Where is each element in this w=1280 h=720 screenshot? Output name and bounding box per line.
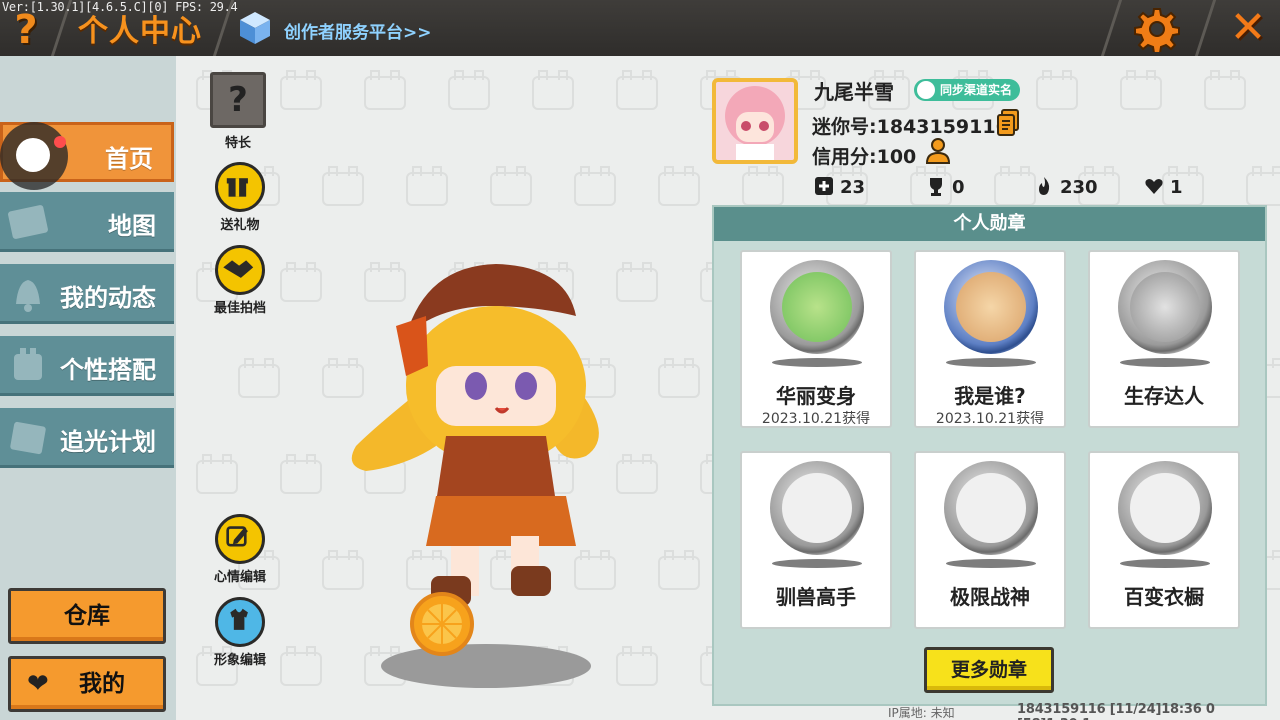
send-gift-label: 送礼物 [220, 218, 260, 233]
badge-name: 百变衣橱 [1124, 585, 1204, 609]
stat-trophies: 0 [926, 176, 965, 198]
copy-icon[interactable] [996, 109, 1020, 137]
stat-hearts: 1 [1144, 176, 1183, 198]
top-bar: ? Ver:[1.30.1][4.6.5.C][0] FPS: 29.4 个人中… [0, 0, 1280, 56]
nav-item-outfit[interactable]: 个性搭配 [0, 336, 174, 396]
question-icon: ? [210, 72, 266, 128]
outfit-icon [14, 348, 42, 380]
creator-platform-link[interactable]: 创作者服务平台>> [284, 18, 432, 43]
image-edit-button[interactable]: 形象编辑 [200, 597, 280, 668]
footer-info: 1843159116 [11/24]18:36 0 [58]1.30.1 [1017, 702, 1215, 720]
badge-name: 生存达人 [1124, 384, 1204, 408]
nav-item-label: 我的动态 [60, 284, 156, 312]
close-button[interactable]: ✕ [1228, 6, 1268, 50]
best-partner-label: 最佳拍档 [213, 301, 266, 316]
stat-value: 230 [1060, 177, 1098, 198]
send-gift-button[interactable]: 送礼物 [200, 162, 280, 233]
screen-record-button[interactable] [0, 122, 68, 190]
stat-value: 23 [840, 177, 866, 198]
realname-badge-label: 同步渠道实名 [940, 83, 1013, 97]
badge-name: 驯兽高手 [776, 585, 856, 609]
badge-name: 华丽变身 [776, 384, 856, 408]
stat-value: 0 [952, 177, 965, 198]
cube-icon[interactable] [238, 10, 272, 46]
image-edit-label: 形象编辑 [213, 653, 266, 668]
nav-item-light-plan[interactable]: 追光计划 [0, 408, 174, 468]
survival-badge-icon [1118, 260, 1212, 354]
handshake-icon [215, 245, 265, 295]
transform-badge-icon [770, 260, 864, 354]
nav-item-label: 个性搭配 [60, 356, 156, 384]
badge-date: 2023.10.21获得 [761, 411, 871, 427]
who-am-i-badge-icon [944, 260, 1038, 354]
mini-id: 迷你号:1843159116 [812, 116, 1009, 138]
nav-item-label: 首页 [105, 145, 153, 173]
player-name: 九尾半雪 [814, 80, 894, 104]
badge-card[interactable]: 极限战神 [914, 451, 1066, 629]
light-plan-icon [10, 421, 46, 455]
wardrobe-badge-icon [1118, 461, 1212, 555]
plus-icon [815, 177, 833, 195]
flame-icon [1039, 177, 1050, 195]
stat-popularity: 230 [1034, 176, 1098, 198]
edit-icon [215, 514, 265, 564]
realname-badge[interactable]: 同步渠道实名 [914, 79, 1021, 101]
heart-icon: ❤ [27, 669, 49, 699]
badge-card[interactable]: 生存达人 [1088, 250, 1240, 428]
best-partner-button[interactable]: 最佳拍档 [200, 245, 280, 316]
help-button[interactable]: ? [6, 8, 46, 52]
badge-card[interactable]: 我是谁? 2023.10.21获得 [914, 250, 1066, 428]
nav-item-map[interactable]: 地图 [0, 192, 174, 252]
page-title: 个人中心 [78, 14, 202, 49]
nav-item-feed[interactable]: 我的动态 [0, 264, 174, 324]
boss-badge-icon [944, 461, 1038, 555]
gear-icon[interactable] [1134, 6, 1180, 52]
ip-location: IP属地: 未知 [888, 706, 955, 720]
tamer-badge-icon [770, 461, 864, 555]
stat-likes: 23 [814, 176, 865, 198]
trophy-icon [930, 178, 942, 196]
badge-panel-title: 个人勋章 [714, 207, 1265, 241]
bell-icon [16, 280, 40, 312]
credit-score: 信用分:100 [812, 146, 917, 168]
avatar[interactable] [712, 78, 798, 164]
badge-card[interactable]: 驯兽高手 [740, 451, 892, 629]
specialty-button[interactable]: ? 特长 [198, 72, 278, 151]
more-badges-button[interactable]: 更多勋章 [924, 647, 1054, 693]
warehouse-button[interactable]: 仓库 [8, 588, 166, 644]
mine-button[interactable]: ❤ 我的 [8, 656, 166, 712]
map-icon [8, 205, 48, 239]
mood-edit-button[interactable]: 心情编辑 [200, 514, 280, 585]
gift-icon [215, 162, 265, 212]
badge-card[interactable]: 百变衣橱 [1088, 451, 1240, 629]
badge-date: 2023.10.21获得 [935, 411, 1045, 427]
nav-item-label: 追光计划 [60, 428, 156, 456]
stat-value: 1 [1170, 177, 1183, 198]
badge-name: 我是谁? [954, 384, 1026, 408]
person-icon[interactable] [924, 137, 952, 165]
heart-icon [1145, 179, 1163, 194]
outfit-edit-icon [215, 597, 265, 647]
person-check-icon [917, 81, 935, 99]
badge-name: 极限战神 [950, 585, 1030, 609]
mood-edit-label: 心情编辑 [213, 570, 266, 585]
badge-card[interactable]: 华丽变身 2023.10.21获得 [740, 250, 892, 428]
nav-item-label: 地图 [108, 212, 156, 240]
character-model[interactable] [336, 246, 616, 696]
specialty-label: 特长 [224, 136, 251, 151]
mine-label: 我的 [79, 671, 125, 697]
